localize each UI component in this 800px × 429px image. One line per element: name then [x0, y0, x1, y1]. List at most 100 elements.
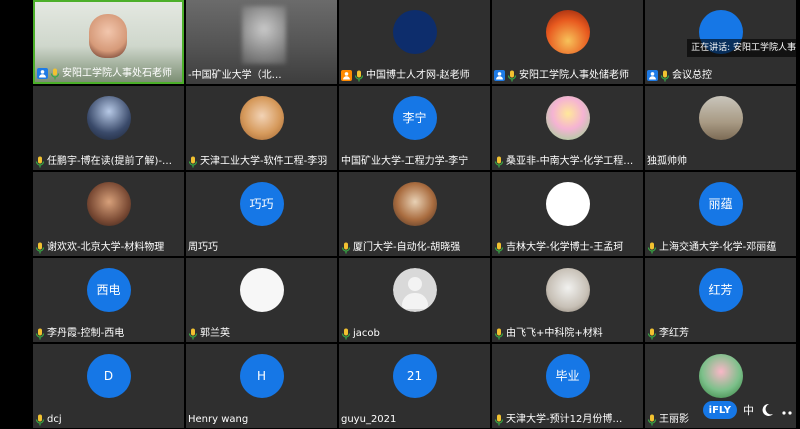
participant-avatar: [239, 95, 284, 140]
participant-name: 谢欢欢-北京大学-材料物理: [47, 242, 165, 253]
participant-label: 上海交通大学-化学-邓丽蕴: [645, 239, 796, 256]
microphone-icon: [341, 328, 351, 340]
participant-name: 桑亚非-中南大学-化学工程…: [506, 156, 634, 167]
participant-label: jacob: [339, 325, 490, 342]
participant-name: 任鹏宇-博在读(提前了解)-…: [47, 156, 173, 167]
participant-label: 周巧巧: [186, 239, 337, 256]
participant-tile[interactable]: 李宁中国矿业大学-工程力学-李宁: [339, 86, 490, 170]
participant-name: 上海交通大学-化学-邓丽蕴: [659, 242, 777, 253]
participant-label: 李红芳: [645, 325, 796, 342]
speaking-indicator: 正在讲话: 安阳工学院人事: [687, 39, 800, 57]
participant-label: 李丹霞-控制-西电: [33, 325, 184, 342]
participant-name: 独孤帅帅: [647, 156, 687, 167]
participant-tile[interactable]: Ddcj: [33, 344, 184, 428]
participant-tile[interactable]: 由飞飞+中科院+材料: [492, 258, 643, 342]
participant-tile[interactable]: 毕业天津大学-预计12月份博…: [492, 344, 643, 428]
microphone-icon: [188, 328, 198, 340]
ime-language-toggle[interactable]: 中: [743, 402, 754, 418]
participant-label: 中国矿业大学-工程力学-李宁: [339, 153, 490, 170]
participant-avatar: D: [86, 353, 131, 398]
participant-tile[interactable]: 天津工业大学-软件工程-李羽: [186, 86, 337, 170]
ime-toolbar[interactable]: iFLY 中: [702, 401, 794, 419]
participant-label: 谢欢欢-北京大学-材料物理: [33, 239, 184, 256]
microphone-icon: [354, 70, 364, 82]
moon-icon[interactable]: [760, 403, 774, 417]
participant-name: 中国矿业大学-工程力学-李宁: [341, 156, 469, 167]
participant-tile[interactable]: -中国矿业大学（北…: [186, 0, 337, 84]
participant-avatar: H: [239, 353, 284, 398]
participant-avatar: 巧巧: [239, 181, 284, 226]
microphone-icon: [188, 156, 198, 168]
participant-tile[interactable]: 西电李丹霞-控制-西电: [33, 258, 184, 342]
participant-tile[interactable]: 郭兰英: [186, 258, 337, 342]
participant-avatar: [86, 181, 131, 226]
participant-name: Henry wang: [188, 414, 249, 425]
microphone-icon: [341, 242, 351, 254]
microphone-icon: [647, 242, 657, 254]
participant-tile[interactable]: 厦门大学-自动化-胡晓强: [339, 172, 490, 256]
participant-name: 由飞飞+中科院+材料: [506, 328, 603, 339]
participant-avatar: [545, 181, 590, 226]
participant-tile[interactable]: 吉林大学-化学博士-王孟珂: [492, 172, 643, 256]
participant-tile[interactable]: 红芳李红芳: [645, 258, 796, 342]
participant-tile[interactable]: 巧巧周巧巧: [186, 172, 337, 256]
participant-name: 周巧巧: [188, 242, 218, 253]
microphone-icon: [494, 328, 504, 340]
participant-label: Henry wang: [186, 411, 337, 428]
participant-tile[interactable]: H Henry wang: [186, 344, 337, 428]
host-badge-icon: [494, 70, 505, 81]
microphone-icon: [507, 70, 517, 82]
participant-tile[interactable]: 桑亚非-中南大学-化学工程…: [492, 86, 643, 170]
participant-name: 王丽影: [659, 414, 689, 425]
participant-name: -中国矿业大学（北…: [188, 70, 282, 81]
microphone-icon: [494, 156, 504, 168]
participant-tile[interactable]: 21 guyu_2021: [339, 344, 490, 428]
participant-tile[interactable]: 安阳工学院人事处储老师: [492, 0, 643, 84]
participant-tile[interactable]: 中国博士人才网-赵老师: [339, 0, 490, 84]
participant-avatar: [698, 95, 743, 140]
microphone-icon: [647, 414, 657, 426]
participant-tile[interactable]: jacob: [339, 258, 490, 342]
participant-tile[interactable]: 任鹏宇-博在读(提前了解)-…: [33, 86, 184, 170]
participant-label: dcj: [33, 411, 184, 428]
participant-name: 中国博士人才网-赵老师: [366, 70, 470, 81]
participant-avatar: 李宁: [392, 95, 437, 140]
participant-name: 天津大学-预计12月份博…: [506, 414, 623, 425]
participant-name: 安阳工学院人事处储老师: [519, 70, 629, 81]
microphone-icon: [647, 328, 657, 340]
punctuation-icon[interactable]: [780, 403, 794, 417]
participant-label: 吉林大学-化学博士-王孟珂: [492, 239, 643, 256]
microphone-icon: [35, 414, 45, 426]
participant-avatar: [86, 95, 131, 140]
participant-avatar: [392, 267, 437, 312]
participant-avatar: [698, 353, 743, 398]
participant-name: dcj: [47, 414, 62, 425]
participant-name: 吉林大学-化学博士-王孟珂: [506, 242, 624, 253]
participant-avatar: [545, 95, 590, 140]
participant-tile[interactable]: 谢欢欢-北京大学-材料物理: [33, 172, 184, 256]
host-badge-icon: [341, 70, 352, 81]
participant-tile[interactable]: 独孤帅帅: [645, 86, 796, 170]
participant-tile[interactable]: 安阳工学院人事处石老师: [33, 0, 184, 84]
participant-avatar: 毕业: [545, 353, 590, 398]
microphone-icon: [35, 328, 45, 340]
participant-avatar: 丽蕴: [698, 181, 743, 226]
participant-name: 安阳工学院人事处石老师: [62, 68, 172, 79]
participant-name: 李红芳: [659, 328, 689, 339]
participant-label: 独孤帅帅: [645, 153, 796, 170]
participant-label: 任鹏宇-博在读(提前了解)-…: [33, 153, 184, 170]
participant-avatar: 西电: [86, 267, 131, 312]
participant-avatar: 21: [392, 353, 437, 398]
participant-name: guyu_2021: [341, 414, 397, 425]
participant-avatar: [392, 181, 437, 226]
microphone-icon: [35, 242, 45, 254]
participant-name: jacob: [353, 328, 380, 339]
host-badge-icon: [647, 70, 658, 81]
participant-name: 李丹霞-控制-西电: [47, 328, 125, 339]
participant-avatar: 红芳: [698, 267, 743, 312]
participant-name: 天津工业大学-软件工程-李羽: [200, 156, 328, 167]
participant-tile[interactable]: 丽蕴上海交通大学-化学-邓丽蕴: [645, 172, 796, 256]
participant-label: 中国博士人才网-赵老师: [339, 67, 490, 84]
participant-avatar: [392, 9, 437, 54]
ime-logo[interactable]: iFLY: [702, 401, 737, 419]
